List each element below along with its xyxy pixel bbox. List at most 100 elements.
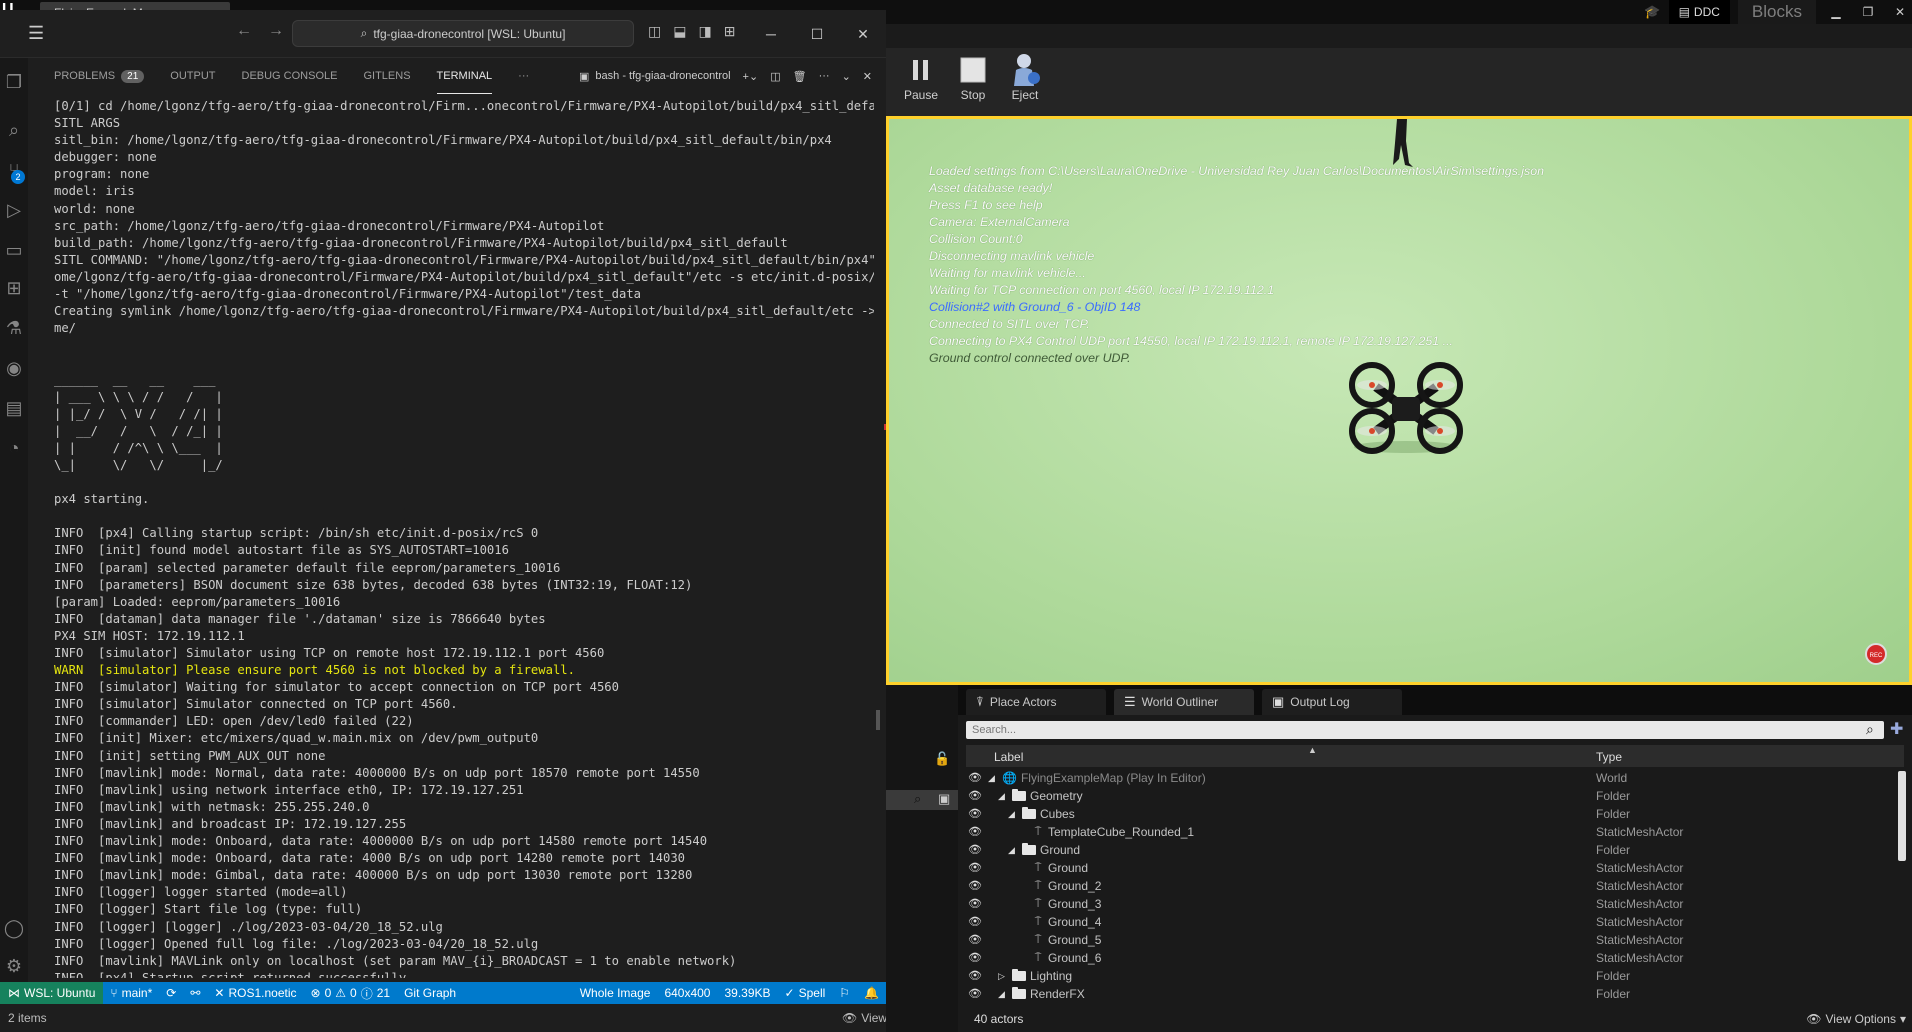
expanded-arrow-icon[interactable]: ◢ bbox=[1008, 845, 1018, 856]
explorer-icon[interactable]: ❐ bbox=[0, 70, 28, 94]
visibility-eye-icon[interactable]: 👁 bbox=[968, 861, 982, 874]
toggle-panel-icon[interactable]: ⬓ bbox=[673, 23, 686, 40]
eject-button[interactable]: Eject bbox=[1000, 54, 1050, 102]
feedback-button[interactable]: ⚐ bbox=[832, 986, 857, 1000]
kill-terminal-icon[interactable]: 🗑 bbox=[793, 70, 807, 83]
github-icon[interactable]: ◉ bbox=[0, 356, 28, 380]
settings-gear-icon[interactable]: ⚙ bbox=[0, 954, 28, 978]
collapse-panel-icon[interactable]: ⌄ bbox=[842, 70, 851, 83]
expanded-arrow-icon[interactable]: ◢ bbox=[998, 791, 1008, 802]
toggle-sidebar-icon[interactable]: ◫ bbox=[648, 23, 661, 40]
ros-indicator[interactable]: ✕ ROS1.noetic bbox=[207, 986, 303, 1000]
outliner-row[interactable]: 👁 ⍑ Ground_4 StaticMeshActor bbox=[966, 913, 1896, 931]
git-graph-button[interactable]: Git Graph bbox=[397, 986, 463, 1000]
expanded-arrow-icon[interactable]: ◢ bbox=[998, 989, 1008, 1000]
outliner-search-input[interactable]: Search... bbox=[966, 721, 1884, 739]
customize-layout-icon[interactable]: ⊞ bbox=[724, 23, 736, 40]
accounts-icon[interactable]: ◯ bbox=[0, 916, 28, 940]
visibility-eye-icon[interactable]: 👁 bbox=[968, 771, 982, 784]
outliner-row[interactable]: 👁 ◢ Ground Folder bbox=[966, 841, 1896, 859]
testing-icon[interactable]: ⚗ bbox=[0, 316, 28, 340]
tab-gitlens[interactable]: GITLENS bbox=[363, 58, 410, 94]
terminal-scrollbar[interactable] bbox=[876, 710, 880, 730]
whole-image-indicator[interactable]: Whole Image bbox=[573, 986, 658, 1000]
lock-icon[interactable]: 🔓 bbox=[934, 751, 950, 767]
tab-output-log[interactable]: ▣ Output Log bbox=[1262, 689, 1402, 715]
visibility-eye-icon[interactable]: 👁 bbox=[968, 969, 982, 982]
outliner-row[interactable]: 👁 ◢ Geometry Folder bbox=[966, 787, 1896, 805]
ddc-button[interactable]: ▤ DDC bbox=[1668, 0, 1730, 24]
column-label-header[interactable]: Label bbox=[994, 750, 1023, 764]
remote-explorer-icon[interactable]: ▭ bbox=[0, 238, 28, 262]
view-options-button[interactable]: 👁 View Options ▾ bbox=[1806, 1012, 1906, 1026]
new-terminal-icon[interactable]: +⌄ bbox=[743, 70, 759, 83]
visibility-eye-icon[interactable]: 👁 bbox=[968, 789, 982, 802]
back-arrow-icon[interactable]: ← bbox=[236, 22, 252, 40]
outliner-row[interactable]: 👁 ⍑ Ground_2 StaticMeshActor bbox=[966, 877, 1896, 895]
outliner-scrollbar[interactable] bbox=[1898, 771, 1906, 861]
visibility-eye-icon[interactable]: 👁 bbox=[968, 915, 982, 928]
game-viewport[interactable]: Loaded settings from C:\Users\Laura\OneD… bbox=[889, 119, 1909, 682]
pause-button[interactable]: Pause bbox=[896, 54, 946, 102]
stop-button[interactable]: Stop bbox=[948, 54, 998, 102]
tab-output[interactable]: OUTPUT bbox=[170, 58, 215, 94]
outliner-row[interactable]: 👁 ◢ 🌐 FlyingExampleMap (Play In Editor) Worl… bbox=[966, 769, 1896, 787]
expanded-arrow-icon[interactable]: ◢ bbox=[988, 773, 998, 784]
visibility-eye-icon[interactable]: 👁 bbox=[968, 897, 982, 910]
tab-problems[interactable]: PROBLEMS 21 bbox=[54, 58, 145, 94]
sync-button[interactable]: ⟳ bbox=[159, 986, 183, 1000]
tab-debug-console[interactable]: DEBUG CONSOLE bbox=[242, 58, 338, 94]
outliner-row[interactable]: 👁 ⍑ Ground_5 StaticMeshActor bbox=[966, 931, 1896, 949]
outliner-row[interactable]: 👁 ⍑ Ground StaticMeshActor bbox=[966, 859, 1896, 877]
publish-button[interactable]: ⚯ bbox=[183, 986, 207, 1000]
outliner-row[interactable]: 👁 ◢ RenderFX Folder bbox=[966, 985, 1896, 1001]
visibility-eye-icon[interactable]: 👁 bbox=[968, 879, 982, 892]
expanded-arrow-icon[interactable]: ◢ bbox=[1008, 809, 1018, 820]
toggle-secondary-sidebar-icon[interactable]: ◨ bbox=[698, 23, 711, 40]
tab-world-outliner[interactable]: ☰ World Outliner bbox=[1114, 689, 1254, 715]
forward-arrow-icon[interactable]: → bbox=[268, 22, 284, 40]
visibility-eye-icon[interactable]: 👁 bbox=[968, 825, 982, 838]
vscode-maximize-icon[interactable]: ☐ bbox=[794, 10, 840, 58]
terminal-output[interactable]: [0/1] cd /home/lgonz/tfg-aero/tfg-giaa-d… bbox=[54, 98, 874, 978]
collapsed-arrow-icon[interactable]: ▷ bbox=[998, 971, 1008, 982]
save-icon[interactable]: ▣ bbox=[938, 791, 950, 807]
split-terminal-icon[interactable]: ◫ bbox=[770, 70, 780, 83]
visibility-eye-icon[interactable]: 👁 bbox=[968, 933, 982, 946]
vscode-close-icon[interactable]: ✕ bbox=[840, 10, 886, 58]
outliner-row[interactable]: 👁 ◢ Cubes Folder bbox=[966, 805, 1896, 823]
visibility-eye-icon[interactable]: 👁 bbox=[968, 987, 982, 1000]
outliner-row[interactable]: 👁 ▷ Lighting Folder bbox=[966, 967, 1896, 985]
run-debug-icon[interactable]: ▷ bbox=[0, 198, 28, 222]
outliner-row[interactable]: 👁 ⍑ Ground_6 StaticMeshActor bbox=[966, 949, 1896, 967]
command-center-search[interactable]: ⌕ tfg-giaa-dronecontrol [WSL: Ubuntu] bbox=[292, 20, 634, 47]
ue-hat-icon[interactable]: 🎓 bbox=[1644, 4, 1660, 20]
spell-button[interactable]: ✓ Spell bbox=[778, 986, 833, 1000]
branch-indicator[interactable]: ⑂ main* bbox=[103, 986, 159, 1000]
problems-indicator[interactable]: ⊗ 0 ⚠ 0 ⓘ 21 bbox=[304, 985, 398, 1002]
search-activity-icon[interactable]: ⌕ bbox=[0, 118, 28, 142]
visibility-eye-icon[interactable]: 👁 bbox=[968, 951, 982, 964]
tab-terminal[interactable]: TERMINAL bbox=[436, 58, 493, 94]
more-tabs-icon[interactable]: ··· bbox=[518, 58, 529, 94]
close-icon[interactable]: ✕ bbox=[1888, 5, 1912, 19]
visibility-eye-icon[interactable]: 👁 bbox=[968, 843, 982, 856]
outliner-row[interactable]: 👁 ⍑ TemplateCube_Rounded_1 StaticMeshActor bbox=[966, 823, 1896, 841]
gitlens-icon[interactable]: ◔ bbox=[0, 436, 28, 460]
menu-icon[interactable]: ☰ bbox=[28, 23, 44, 44]
remote-indicator[interactable]: ⋈ WSL: Ubuntu bbox=[0, 982, 104, 1004]
record-button[interactable]: REC bbox=[1865, 643, 1887, 665]
close-panel-icon[interactable]: ✕ bbox=[863, 70, 872, 83]
minimize-icon[interactable]: ▁ bbox=[1824, 5, 1848, 19]
extensions-icon[interactable]: ⊞ bbox=[0, 276, 28, 300]
maximize-icon[interactable]: ❐ bbox=[1856, 5, 1880, 19]
tab-place-actors[interactable]: ⍒ Place Actors bbox=[966, 689, 1106, 715]
notifications-button[interactable]: 🔔 bbox=[857, 986, 886, 1000]
more-actions-icon[interactable]: ··· bbox=[819, 70, 830, 82]
terminal-selector[interactable]: ▣ bash - tfg-giaa-dronecontrol bbox=[579, 70, 731, 83]
notebook-icon[interactable]: ▤ bbox=[0, 396, 28, 420]
column-type-header[interactable]: Type bbox=[1596, 750, 1622, 764]
add-folder-icon[interactable]: ✚ bbox=[1890, 719, 1903, 739]
visibility-eye-icon[interactable]: 👁 bbox=[968, 807, 982, 820]
ue-left-search-field[interactable]: ⌕ ▣ bbox=[886, 790, 958, 810]
